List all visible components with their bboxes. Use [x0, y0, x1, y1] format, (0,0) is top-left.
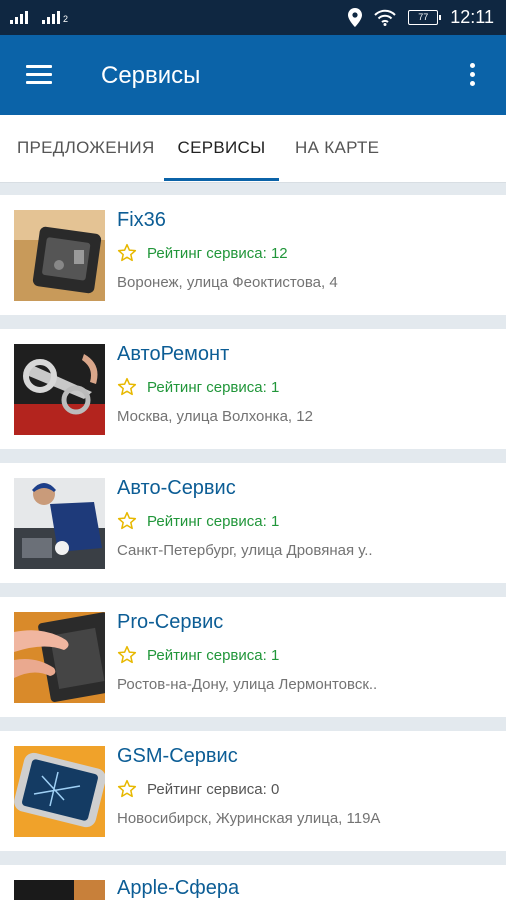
tab-bar: ПРЕДЛОЖЕНИЯ СЕРВИСЫ НА КАРТЕ: [0, 115, 506, 183]
service-name[interactable]: Авто-Сервис: [117, 477, 236, 500]
signal-strength-sim2-icon: 2: [42, 10, 68, 24]
service-address: Новосибирск, Журинская улица, 119А: [117, 810, 381, 827]
service-card-avto-servis[interactable]: Авто-Сервис Рейтинг сервиса: 1 Санкт-Пет…: [0, 463, 506, 583]
service-name[interactable]: Pro-Сервис: [117, 611, 223, 634]
service-rating: Рейтинг сервиса: 12: [117, 243, 288, 263]
star-icon: [117, 779, 137, 798]
star-icon: [117, 377, 137, 396]
service-card-fix36[interactable]: Fix36 Рейтинг сервиса: 12 Воронеж, улица…: [0, 195, 506, 315]
service-card-pro-servis[interactable]: Pro-Сервис Рейтинг сервиса: 1 Ростов-на-…: [0, 597, 506, 717]
rating-text: Рейтинг сервиса: 12: [147, 244, 288, 262]
service-rating: Рейтинг сервиса: 1: [117, 511, 279, 531]
service-name[interactable]: GSM-Сервис: [117, 745, 238, 768]
tab-offers[interactable]: ПРЕДЛОЖЕНИЯ: [17, 115, 155, 183]
service-address: Москва, улица Волхонка, 12: [117, 408, 313, 425]
rating-text: Рейтинг сервиса: 1: [147, 512, 280, 530]
service-address: Воронеж, улица Феоктистова, 4: [117, 274, 338, 291]
more-options-icon[interactable]: [470, 63, 476, 87]
star-icon: [117, 645, 137, 664]
service-card-gsm-servis[interactable]: GSM-Сервис Рейтинг сервиса: 0 Новосибирс…: [0, 731, 506, 851]
status-bar: 2 77 12:11: [0, 0, 506, 35]
rating-text: Рейтинг сервиса: 1: [147, 378, 280, 396]
service-name[interactable]: Apple-Сфера: [117, 877, 239, 900]
service-thumbnail: [14, 612, 105, 703]
service-thumbnail: [14, 880, 105, 900]
service-thumbnail: [14, 478, 105, 569]
tab-map[interactable]: НА КАРТЕ: [295, 115, 379, 183]
service-card-avtoremont[interactable]: АвтоРемонт Рейтинг сервиса: 1 Москва, ул…: [0, 329, 506, 449]
service-rating: Рейтинг сервиса: 1: [117, 645, 279, 665]
service-thumbnail: [14, 210, 105, 301]
wifi-icon: [374, 9, 396, 26]
location-pin-icon: [348, 8, 363, 27]
service-thumbnail: [14, 746, 105, 837]
service-card-apple-sfera[interactable]: Apple-Сфера: [0, 865, 506, 900]
service-rating: Рейтинг сервиса: 1: [117, 377, 279, 397]
battery-icon: 77: [408, 10, 442, 25]
page-title: Сервисы: [101, 62, 201, 89]
star-icon: [117, 243, 137, 262]
clock: 12:11: [450, 7, 494, 27]
menu-icon[interactable]: [26, 65, 52, 85]
service-name[interactable]: Fix36: [117, 209, 166, 232]
service-thumbnail: [14, 344, 105, 435]
star-icon: [117, 511, 137, 530]
service-address: Санкт-Петербург, улица Дровяная у..: [117, 542, 373, 559]
signal-strength-icon: [10, 10, 31, 24]
active-tab-indicator: [164, 178, 279, 181]
app-bar: Сервисы: [0, 35, 506, 115]
rating-text: Рейтинг сервиса: 0: [147, 780, 280, 798]
service-address: Ростов-на-Дону, улица Лермонтовск..: [117, 676, 378, 693]
tab-services[interactable]: СЕРВИСЫ: [164, 115, 279, 183]
rating-text: Рейтинг сервиса: 1: [147, 646, 280, 664]
sim2-label: 2: [63, 14, 69, 24]
service-rating: Рейтинг сервиса: 0: [117, 779, 279, 799]
service-name[interactable]: АвтоРемонт: [117, 343, 229, 366]
